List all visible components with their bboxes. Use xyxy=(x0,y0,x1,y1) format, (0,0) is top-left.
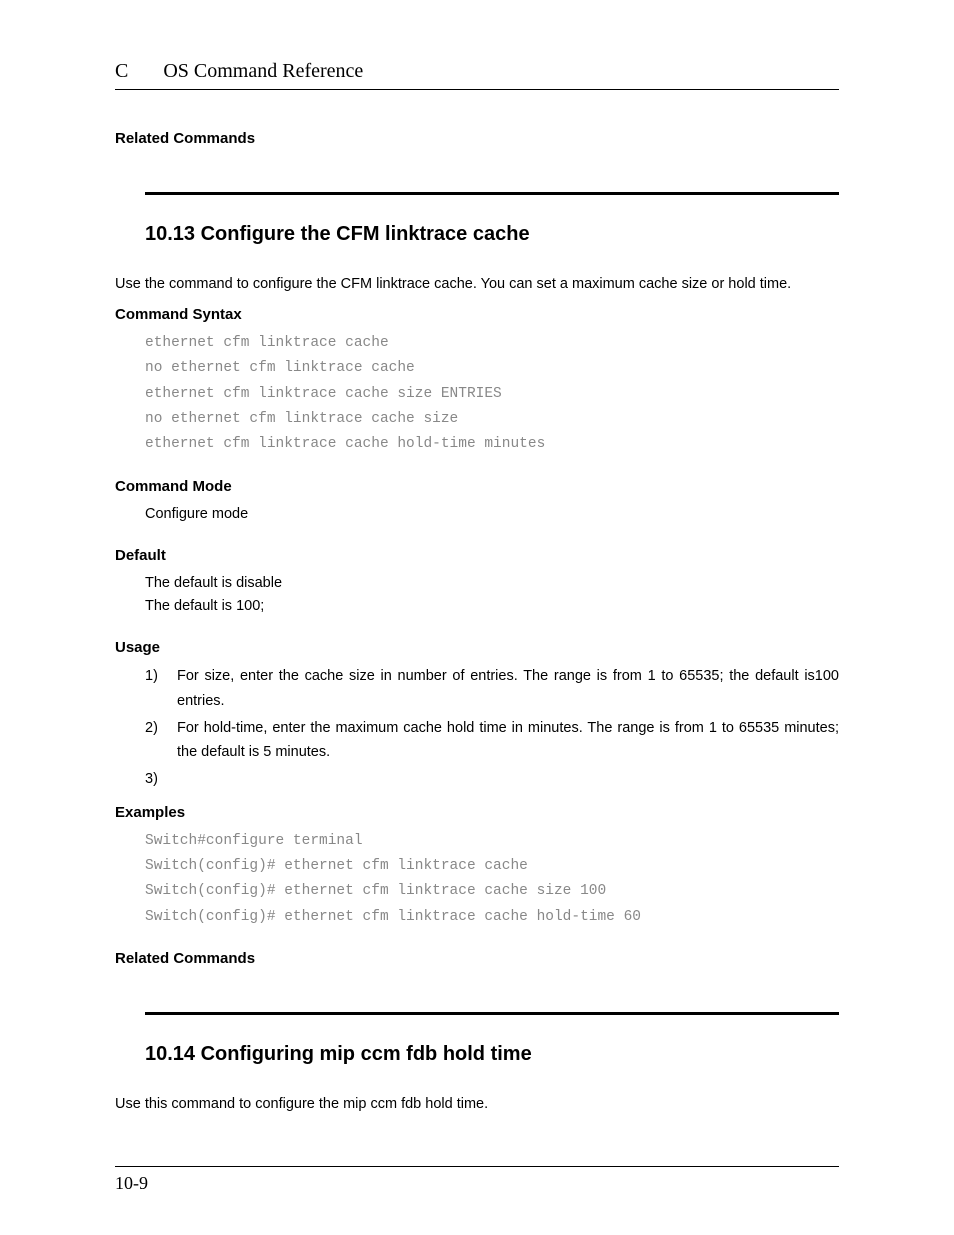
examples-code: Switch#configure terminal Switch(config)… xyxy=(145,829,839,931)
usage-item: 3) xyxy=(145,767,839,792)
usage-text: For size, enter the cache size in number… xyxy=(177,664,839,713)
usage-list: 1) For size, enter the cache size in num… xyxy=(145,664,839,791)
section-10-13-title: 10.13 Configure the CFM linktrace cache xyxy=(145,223,839,246)
usage-text: For hold-time, enter the maximum cache h… xyxy=(177,716,839,765)
command-syntax-heading: Command Syntax xyxy=(115,306,839,323)
default-heading: Default xyxy=(115,547,839,564)
page-footer: 10-9 xyxy=(115,1166,839,1194)
examples-heading: Examples xyxy=(115,804,839,821)
command-mode-heading: Command Mode xyxy=(115,478,839,495)
page-header: C OS Command Reference xyxy=(115,60,839,90)
usage-text xyxy=(177,767,839,792)
usage-item: 1) For size, enter the cache size in num… xyxy=(145,664,839,713)
section-10-13-intro: Use the command to configure the CFM lin… xyxy=(115,274,839,296)
header-letter: C xyxy=(115,60,128,83)
page-number: 10-9 xyxy=(115,1173,148,1193)
usage-num: 3) xyxy=(145,767,165,792)
page: C OS Command Reference Related Commands … xyxy=(0,0,954,1234)
default-line-1: The default is disable xyxy=(145,572,839,596)
related-commands-heading-top: Related Commands xyxy=(115,130,839,147)
usage-item: 2) For hold-time, enter the maximum cach… xyxy=(145,716,839,765)
default-values: The default is disable The default is 10… xyxy=(145,572,839,620)
section-divider xyxy=(145,192,839,195)
section-10-14-intro: Use this command to configure the mip cc… xyxy=(115,1094,839,1116)
section-divider xyxy=(145,1012,839,1015)
default-line-2: The default is 100; xyxy=(145,595,839,619)
usage-heading: Usage xyxy=(115,639,839,656)
header-title: OS Command Reference xyxy=(163,60,363,83)
command-mode-value: Configure mode xyxy=(145,503,839,527)
command-syntax-code: ethernet cfm linktrace cache no ethernet… xyxy=(145,331,839,458)
related-commands-heading: Related Commands xyxy=(115,950,839,967)
usage-num: 1) xyxy=(145,664,165,713)
section-10-14-title: 10.14 Configuring mip ccm fdb hold time xyxy=(145,1043,839,1066)
usage-num: 2) xyxy=(145,716,165,765)
